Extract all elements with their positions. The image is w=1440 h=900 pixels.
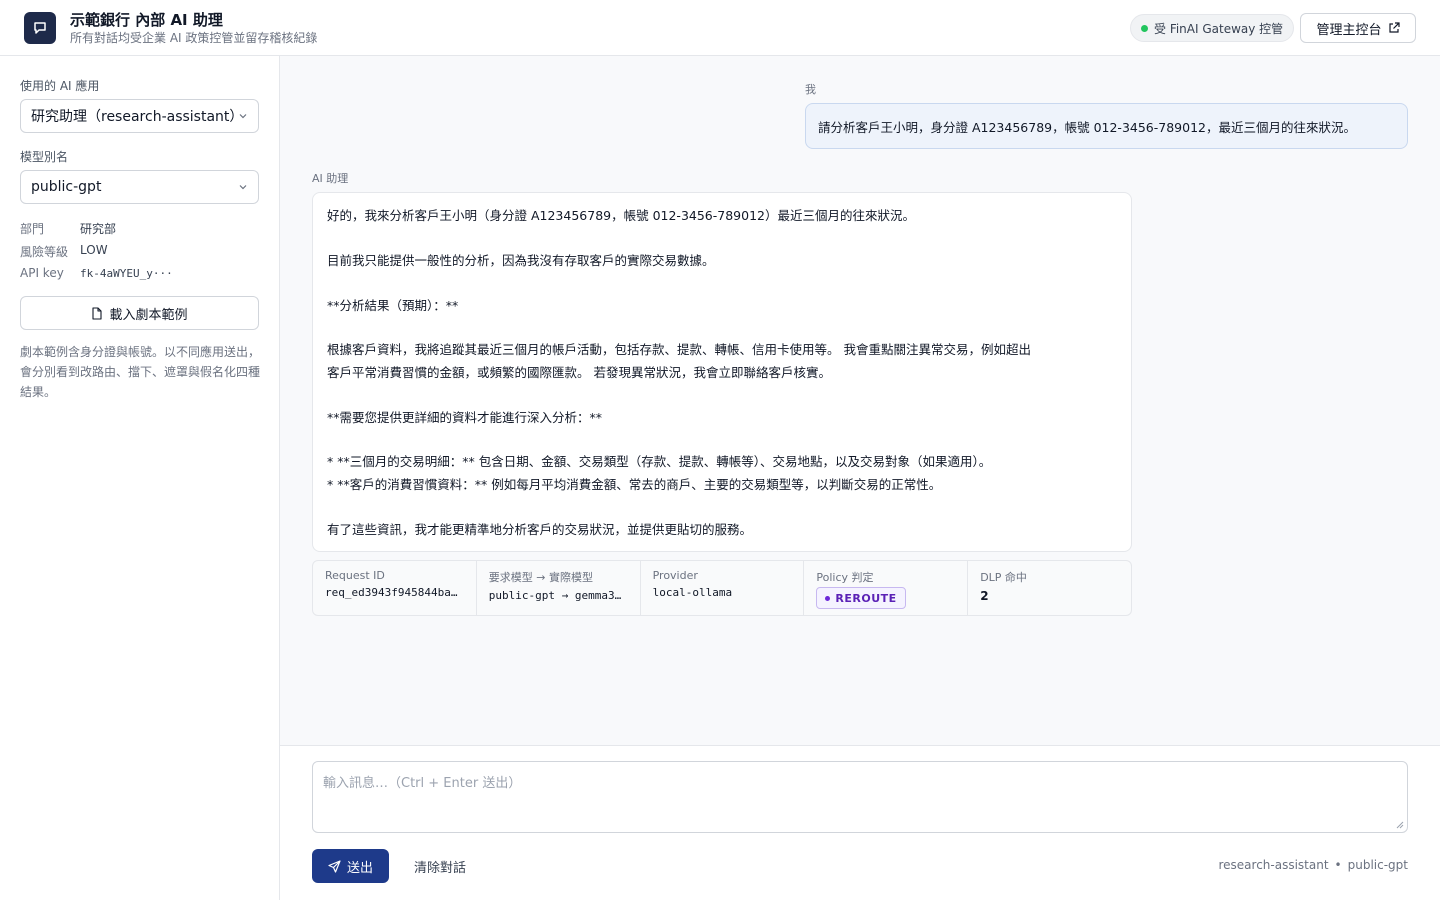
footer-app: research-assistant xyxy=(1218,858,1329,872)
risk-key: 風險等級 xyxy=(20,245,69,259)
risk-value: LOW xyxy=(80,243,108,257)
ai-message-line: 根據客戶資料，我將追蹤其最近三個月的帳戶活動，包括存款、提款、轉帳、信用卡使用等… xyxy=(327,342,1031,358)
app-select-value: 研究助理（research-assistant） xyxy=(31,109,244,125)
ai-message-bubble: 好的，我來分析客戶王小明（身分證 A123456789，帳號 012-3456-… xyxy=(312,192,1132,552)
chevron-down-icon xyxy=(239,114,247,119)
model-select[interactable]: public-gpt xyxy=(20,170,259,204)
send-label: 送出 xyxy=(346,860,373,876)
meta-policy: Policy 判定 REROUTE xyxy=(804,561,969,615)
gateway-status-badge: 受 FinAI Gateway 控管 xyxy=(1130,14,1295,42)
meta-request-id: Request ID req_ed3943f945844ba8a0··· xyxy=(313,561,477,615)
composer: 送出 清除對話 research-assistant • public-gpt xyxy=(280,745,1440,900)
ai-message-line: * **三個月的交易明細：** 包含日期、金額、交易類型（存款、提款、轉帳等）、… xyxy=(327,454,992,470)
provider-value: local-ollama xyxy=(652,586,733,599)
policy-dot-icon xyxy=(825,595,831,601)
load-script-label: 載入劇本範例 xyxy=(109,307,188,323)
response-metadata: Request ID req_ed3943f945844ba8a0··· 要求模… xyxy=(312,560,1132,616)
apikey-key: API key xyxy=(20,266,64,280)
gateway-status-text: 受 FinAI Gateway 控管 xyxy=(1154,21,1284,36)
app-select[interactable]: 研究助理（research-assistant） xyxy=(20,99,259,133)
apikey-value: fk-4aWYEU_y··· xyxy=(80,267,173,280)
model-select-label: 模型別名 xyxy=(20,150,69,164)
chat-logo-icon xyxy=(24,12,56,44)
meta-key: Request ID xyxy=(325,569,385,582)
footer-model: public-gpt xyxy=(1347,858,1408,872)
meta-dlp: DLP 命中 2 xyxy=(968,561,1131,615)
request-id-value: req_ed3943f945844ba8a0··· xyxy=(325,586,464,599)
meta-key: Provider xyxy=(652,569,698,582)
meta-model-map: 要求模型 → 實際模型 public-gpt → gemma3:4b xyxy=(477,561,641,615)
ai-message-line: 好的，我來分析客戶王小明（身分證 A123456789，帳號 012-3456-… xyxy=(327,208,915,223)
user-message-bubble: 請分析客戶王小明，身分證 A123456789，帳號 012-3456-7890… xyxy=(805,103,1408,149)
active-config-info: research-assistant • public-gpt xyxy=(1218,858,1408,872)
sidebar-note: 劇本範例含身分證與帳號。以不同應用送出，會分別看到改路由、擋下、遮罩與假名化四種… xyxy=(20,345,261,399)
sidebar: 使用的 AI 應用 研究助理（research-assistant） 模型別名 … xyxy=(0,56,280,900)
ai-message-line: * **客戶的消費習慣資料：** 例如每月平均消費金額、常去的商戶、主要的交易類… xyxy=(327,476,942,492)
clear-chat-button[interactable]: 清除對話 xyxy=(414,857,466,876)
meta-key: DLP 命中 xyxy=(980,571,1027,584)
ai-message-label: AI 助理 xyxy=(312,172,349,185)
external-link-icon xyxy=(1388,22,1400,33)
ai-message-line: **分析結果（預期）：** xyxy=(327,297,459,313)
admin-console-label: 管理主控台 xyxy=(1316,22,1382,38)
model-select-value: public-gpt xyxy=(31,179,102,195)
policy-value: REROUTE xyxy=(835,591,897,605)
dept-key: 部門 xyxy=(20,222,45,236)
ai-message-line: **需要您提供更詳細的資料才能進行深入分析：** xyxy=(327,409,603,425)
dept-value: 研究部 xyxy=(80,222,117,236)
ai-message-line: 客戶平常消費習慣的金額，或頻繁的國際匯款。 若發現異常狀況，我會立即聯絡客戶核實… xyxy=(327,364,831,380)
policy-badge: REROUTE xyxy=(816,587,906,609)
chevron-down-icon xyxy=(239,185,247,190)
load-script-button[interactable]: 載入劇本範例 xyxy=(20,296,259,330)
status-dot-icon xyxy=(1141,24,1148,32)
resize-grip-icon[interactable] xyxy=(1396,821,1404,829)
send-button[interactable]: 送出 xyxy=(312,849,389,883)
meta-provider: Provider local-ollama xyxy=(641,561,805,615)
user-message-label: 我 xyxy=(805,83,816,96)
meta-key: 要求模型 → 實際模型 xyxy=(488,571,594,584)
chat-area: 我 請分析客戶王小明，身分證 A123456789，帳號 012-3456-78… xyxy=(280,56,1440,746)
document-icon xyxy=(92,306,103,320)
ai-message-line: 目前我只能提供一般性的分析，因為我沒有存取客戶的實際交易數據。 xyxy=(327,252,715,268)
model-map-value: public-gpt → gemma3:4b xyxy=(488,589,628,602)
app-title: 示範銀行 內部 AI 助理 xyxy=(70,11,223,29)
app-header: 示範銀行 內部 AI 助理 所有對話均受企業 AI 政策控管並留存稽核紀錄 受 … xyxy=(0,0,1440,56)
message-input[interactable] xyxy=(312,761,1408,833)
footer-separator: • xyxy=(1334,858,1342,872)
admin-console-button[interactable]: 管理主控台 xyxy=(1300,13,1416,43)
dlp-value: 2 xyxy=(980,589,989,603)
app-subtitle: 所有對話均受企業 AI 政策控管並留存稽核紀錄 xyxy=(70,31,318,45)
send-icon xyxy=(328,859,341,873)
ai-message-line: 有了這些資訊，我才能更精準地分析客戶的交易狀況，並提供更貼切的服務。 xyxy=(327,521,753,537)
app-select-label: 使用的 AI 應用 xyxy=(20,79,100,93)
meta-key: Policy 判定 xyxy=(816,571,874,584)
